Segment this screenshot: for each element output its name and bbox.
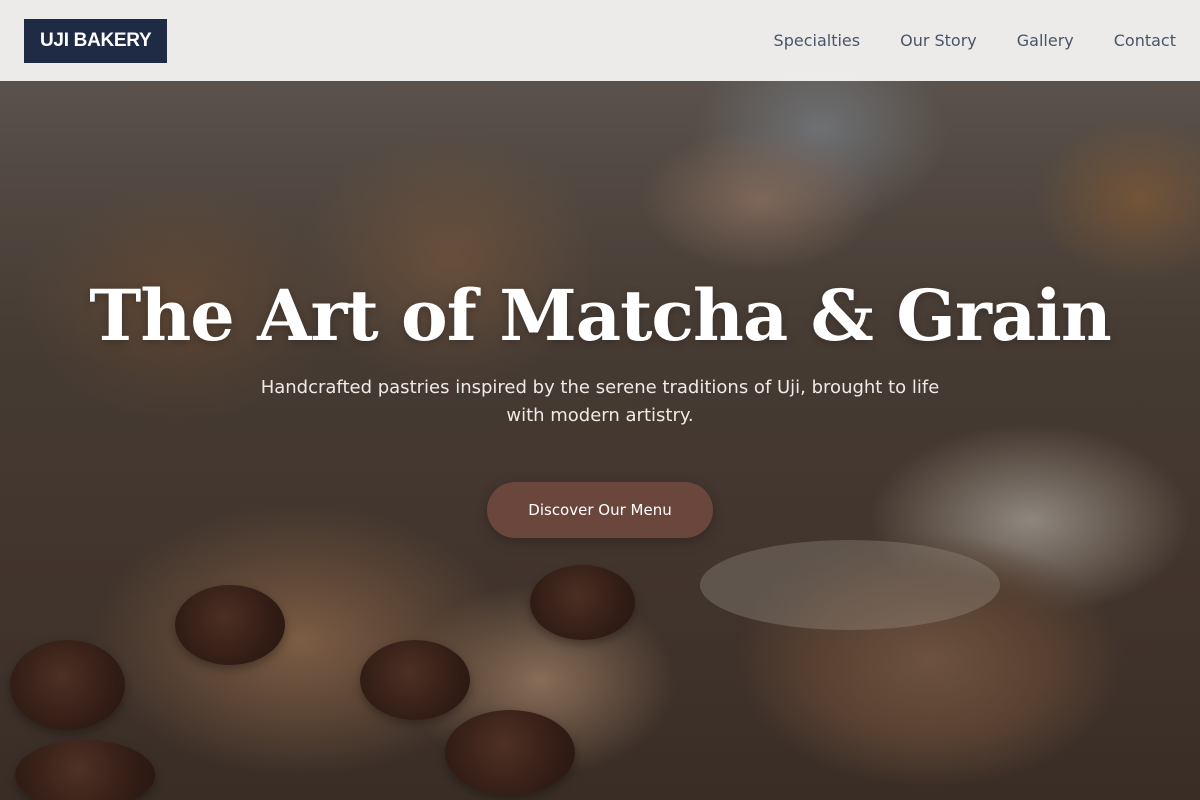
nav-link-contact[interactable]: Contact [1114, 31, 1176, 50]
hero-content: The Art of Matcha & Grain Handcrafted pa… [0, 270, 1200, 538]
hero-subtitle: Handcrafted pastries inspired by the ser… [260, 377, 940, 426]
nav-link-our-story[interactable]: Our Story [900, 31, 977, 50]
brand-logo[interactable]: UJI BAKERY [24, 18, 168, 63]
nav-link-gallery[interactable]: Gallery [1017, 31, 1074, 50]
site-header: UJI BAKERY Specialties Our Story Gallery… [0, 0, 1200, 81]
discover-menu-button[interactable]: Discover Our Menu [487, 482, 713, 538]
main-nav: Specialties Our Story Gallery Contact [774, 31, 1176, 50]
nav-link-specialties[interactable]: Specialties [774, 31, 861, 50]
hero-title: The Art of Matcha & Grain [89, 274, 1111, 357]
